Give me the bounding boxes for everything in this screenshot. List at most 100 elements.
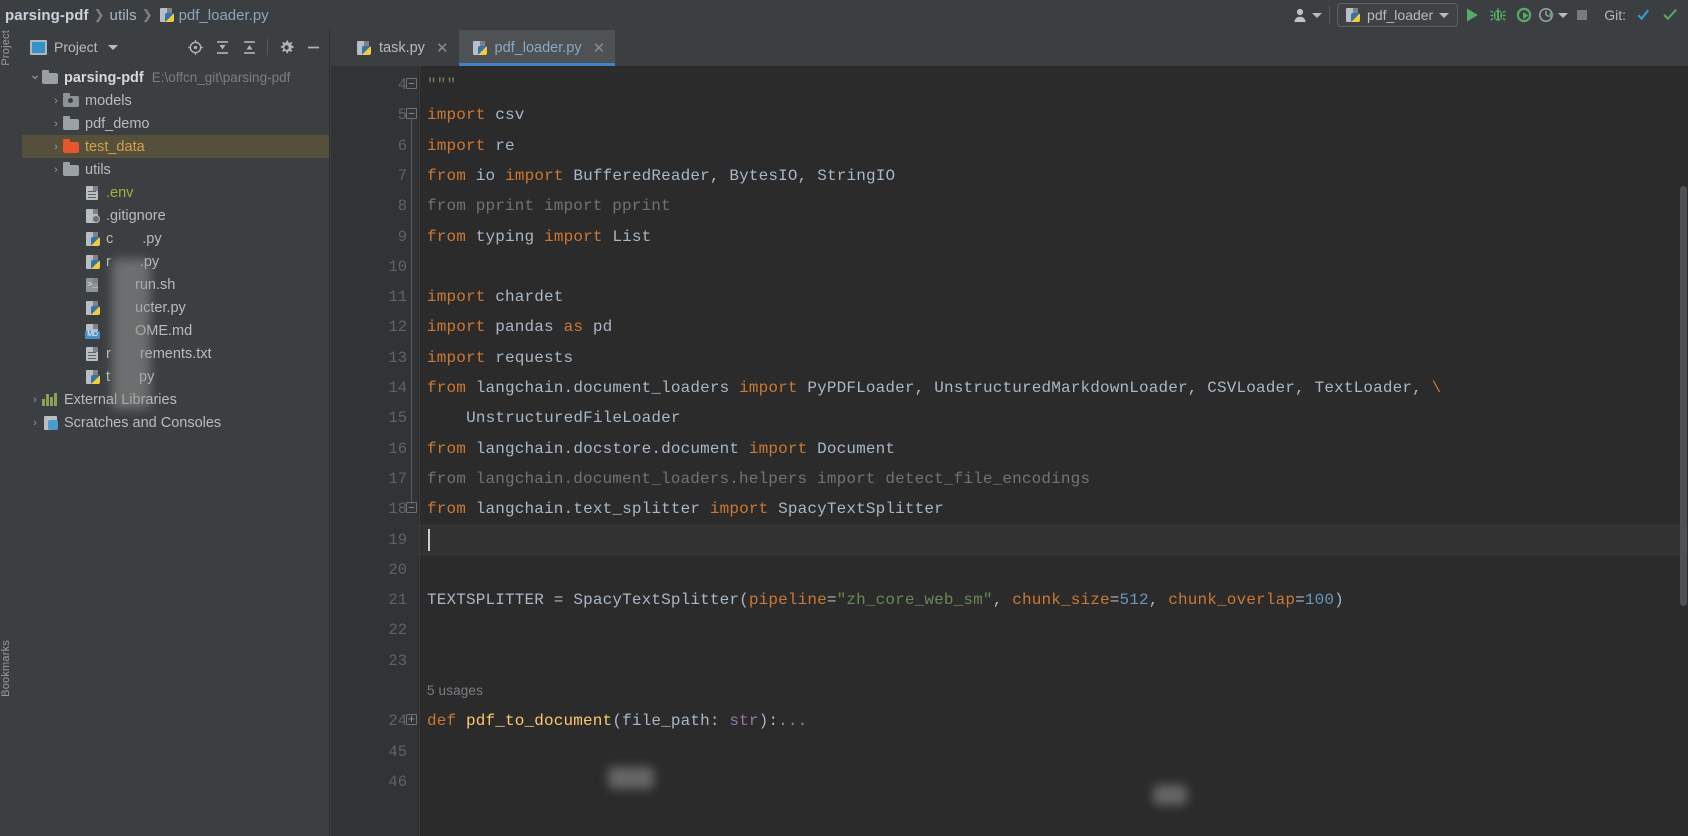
tree-node-parsing-pdf[interactable]: ⌄ parsing-pdf E:\offcn_git\parsing-pdf [22, 66, 329, 89]
tab-label: pdf_loader.py [494, 40, 582, 56]
user-account-icon[interactable] [1292, 3, 1323, 27]
chevron-right-icon[interactable]: › [28, 417, 42, 429]
chevron-down-icon [1439, 12, 1450, 18]
tree-node-.env[interactable]: .env [22, 181, 329, 204]
scratches-icon [42, 415, 59, 431]
tab-label: task.py [379, 40, 425, 56]
select-opened-file-icon[interactable] [183, 35, 207, 59]
line-number: 19 [388, 530, 407, 549]
project-panel-title: Project [54, 39, 98, 55]
editor-tab-pdf_loader-py[interactable]: pdf_loader.py ✕ [458, 30, 616, 66]
editor-tab-bar: task.py ✕ pdf_loader.py ✕ [331, 30, 1688, 66]
breadcrumb-file[interactable]: pdf_loader.py [179, 7, 269, 24]
line-number: 23 [388, 651, 407, 670]
tree-node-label: .gitignore [106, 207, 166, 224]
git-label: Git: [1604, 7, 1626, 23]
breadcrumb-separator-icon: ❯ [93, 7, 105, 22]
toolbar-right: pdf_loader Git: [1292, 0, 1688, 30]
hide-panel-icon[interactable] [301, 35, 325, 59]
chevron-down-icon [1312, 12, 1323, 18]
caret-line-highlight [418, 524, 1688, 555]
code-line: def pdf_to_document(file_path: str):... [427, 712, 808, 731]
project-tree[interactable]: ⌄ parsing-pdf E:\offcn_git\parsing-pdf › mod… [22, 64, 329, 434]
line-number: 18 [388, 500, 407, 519]
project-panel-header: Project [22, 30, 329, 64]
tree-node-test_data[interactable]: › test_data [22, 135, 329, 158]
code-line: import pandas as pd [427, 318, 613, 337]
tree-node-label: Scratches and Consoles [64, 414, 222, 431]
line-number: 9 [397, 227, 407, 246]
tree-node-tpy[interactable]: t py [22, 365, 329, 388]
tree-node-OME.md[interactable]: MD OME.md [22, 319, 329, 342]
chevron-right-icon[interactable]: › [49, 164, 63, 176]
tree-node-label: run.sh [106, 276, 176, 293]
chevron-right-icon[interactable]: › [49, 95, 63, 107]
git-commit-icon[interactable] [1658, 3, 1682, 27]
python-file-icon [1344, 7, 1361, 23]
code-line: from langchain.document_loaders.helpers … [427, 469, 1091, 488]
chevron-right-icon[interactable]: › [49, 118, 63, 130]
tree-node-models[interactable]: › models [22, 89, 329, 112]
tree-node-ScratchesandConsoles[interactable]: › Scratches and Consoles [22, 411, 329, 434]
main-toolbar: parsing-pdf ❯ utils ❯ pdf_loader.py pdf_… [0, 0, 1688, 30]
tree-node-.gitignore[interactable]: .gitignore [22, 204, 329, 227]
run-configuration-selector[interactable]: pdf_loader [1337, 3, 1459, 27]
editor-vertical-scrollbar[interactable] [1679, 66, 1688, 836]
code-line: import chardet [427, 288, 564, 307]
debug-bug-icon[interactable] [1486, 3, 1510, 27]
code-line: from langchain.text_splitter import Spac… [427, 500, 944, 519]
chevron-down-icon[interactable]: ⌄ [28, 66, 42, 83]
code-line: import requests [427, 348, 574, 367]
stop-icon [1570, 3, 1594, 27]
tree-node-utils[interactable]: › utils [22, 158, 329, 181]
git-update-project-icon[interactable] [1632, 3, 1656, 27]
tree-node-ucter.py[interactable]: ucter.py [22, 296, 329, 319]
tree-node-r.py[interactable]: r .py [22, 250, 329, 273]
excluded-folder-icon [63, 139, 80, 155]
breadcrumb-project[interactable]: parsing-pdf [2, 7, 92, 24]
line-number: 7 [397, 166, 407, 185]
run-icon[interactable] [1460, 3, 1484, 27]
line-number: 8 [397, 197, 407, 216]
collapse-all-icon[interactable] [237, 35, 261, 59]
fold-marker-function[interactable]: + [406, 713, 417, 726]
text-file-icon [84, 185, 101, 201]
tree-node-pdf_demo[interactable]: › pdf_demo [22, 112, 329, 135]
tree-node-c.py[interactable]: c .py [22, 227, 329, 250]
run-with-coverage-icon[interactable] [1512, 3, 1536, 27]
breadcrumb-folder[interactable]: utils [107, 7, 140, 24]
chevron-right-icon[interactable]: › [49, 141, 63, 153]
tree-node-label: utils [85, 161, 111, 178]
tree-node-label: .env [106, 184, 134, 201]
editor-tab-task-py[interactable]: task.py ✕ [343, 30, 459, 66]
close-icon[interactable]: ✕ [436, 39, 449, 57]
tree-node-ExternalLibraries[interactable]: › External Libraries [22, 388, 329, 411]
line-number: 10 [388, 257, 407, 276]
fold-marker-docstring[interactable]: ‒ [406, 77, 417, 90]
expand-all-icon[interactable] [210, 35, 234, 59]
code-folding-column[interactable]: ‒ ‒ ‒ + [406, 66, 418, 836]
project-view-icon [30, 39, 47, 55]
profile-icon[interactable] [1538, 3, 1569, 27]
editor-code-pane[interactable]: """ import csv import re from io import Buf… [418, 66, 1688, 836]
python-file-icon [84, 369, 101, 385]
editor-area: task.py ✕ pdf_loader.py ✕ 4 5 6 7 8 9 10 11 12 13 14 1… [331, 30, 1688, 836]
tool-window-stripe-bookmarks[interactable]: Bookmarks [0, 640, 22, 780]
editor-gutter[interactable]: 4 5 6 7 8 9 10 11 12 13 14 15 16 17 18 19 20 21 22 23 24 45 46 [331, 66, 418, 836]
scrollbar-thumb[interactable] [1680, 186, 1687, 606]
code-line: from io import BufferedReader, BytesIO, … [427, 166, 896, 185]
settings-gear-icon[interactable] [274, 35, 298, 59]
tree-node-rrements.txt[interactable]: r rements.txt [22, 342, 329, 365]
code-line: from langchain.docstore.document import … [427, 439, 896, 458]
stripe-label-project: Project [0, 30, 12, 66]
line-number: 15 [388, 409, 407, 428]
tree-node-run.sh[interactable]: >_ run.sh [22, 273, 329, 296]
breadcrumb: parsing-pdf ❯ utils ❯ pdf_loader.py [0, 0, 269, 30]
close-icon[interactable]: ✕ [593, 39, 606, 57]
tool-window-stripe-project[interactable]: Project [0, 30, 22, 150]
chevron-down-icon[interactable] [107, 44, 118, 50]
tree-node-label: parsing-pdf [64, 69, 144, 86]
code-line: from langchain.document_loaders import P… [427, 379, 1442, 397]
chevron-right-icon[interactable]: › [28, 394, 42, 406]
tree-node-label: t py [106, 368, 155, 385]
